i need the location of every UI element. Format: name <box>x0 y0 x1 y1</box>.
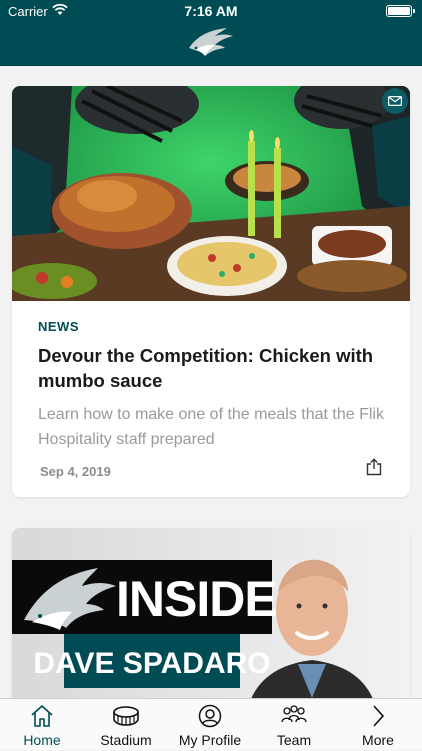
insider-card[interactable]: INSIDER DAVE SPADARO <box>12 528 410 698</box>
tab-bar: Home Stadium My Profile Team More <box>0 698 422 750</box>
nav-bar <box>0 22 422 66</box>
team-icon <box>252 704 336 728</box>
insider-banner-image[interactable]: INSIDER DAVE SPADARO <box>12 528 410 698</box>
stadium-icon <box>84 704 168 728</box>
battery-icon <box>386 5 415 17</box>
article-date: Sep 4, 2019 <box>40 464 111 479</box>
article-card[interactable]: NEWS Devour the Competition: Chicken wit… <box>12 86 410 497</box>
eagles-logo-icon <box>187 26 235 65</box>
mail-icon[interactable] <box>382 88 408 114</box>
tab-more[interactable]: More <box>336 699 420 751</box>
tab-stadium-label: Stadium <box>100 732 152 748</box>
article-category: NEWS <box>38 319 79 334</box>
status-bar: Carrier 7:16 AM <box>0 0 422 22</box>
tab-team[interactable]: Team <box>252 699 336 751</box>
tab-home[interactable]: Home <box>0 699 84 751</box>
tab-my-profile-label: My Profile <box>178 732 242 748</box>
tab-more-label: More <box>362 732 394 748</box>
article-title[interactable]: Devour the Competition: Chicken with mum… <box>38 343 384 393</box>
share-icon[interactable] <box>366 458 382 481</box>
clock: 7:16 AM <box>184 3 238 19</box>
tab-home-label: Home <box>23 732 61 748</box>
article-description: Learn how to make one of the meals that … <box>38 406 384 448</box>
chevron-right-icon <box>336 704 420 728</box>
tab-my-profile[interactable]: My Profile <box>168 699 252 751</box>
tab-stadium[interactable]: Stadium <box>84 699 168 751</box>
article-image[interactable] <box>12 86 410 301</box>
tab-team-label: Team <box>276 732 312 748</box>
insider-name: DAVE SPADARO <box>33 647 270 680</box>
news-feed[interactable]: NEWS Devour the Competition: Chicken wit… <box>0 66 422 698</box>
profile-icon <box>168 704 252 728</box>
home-icon <box>0 704 84 728</box>
